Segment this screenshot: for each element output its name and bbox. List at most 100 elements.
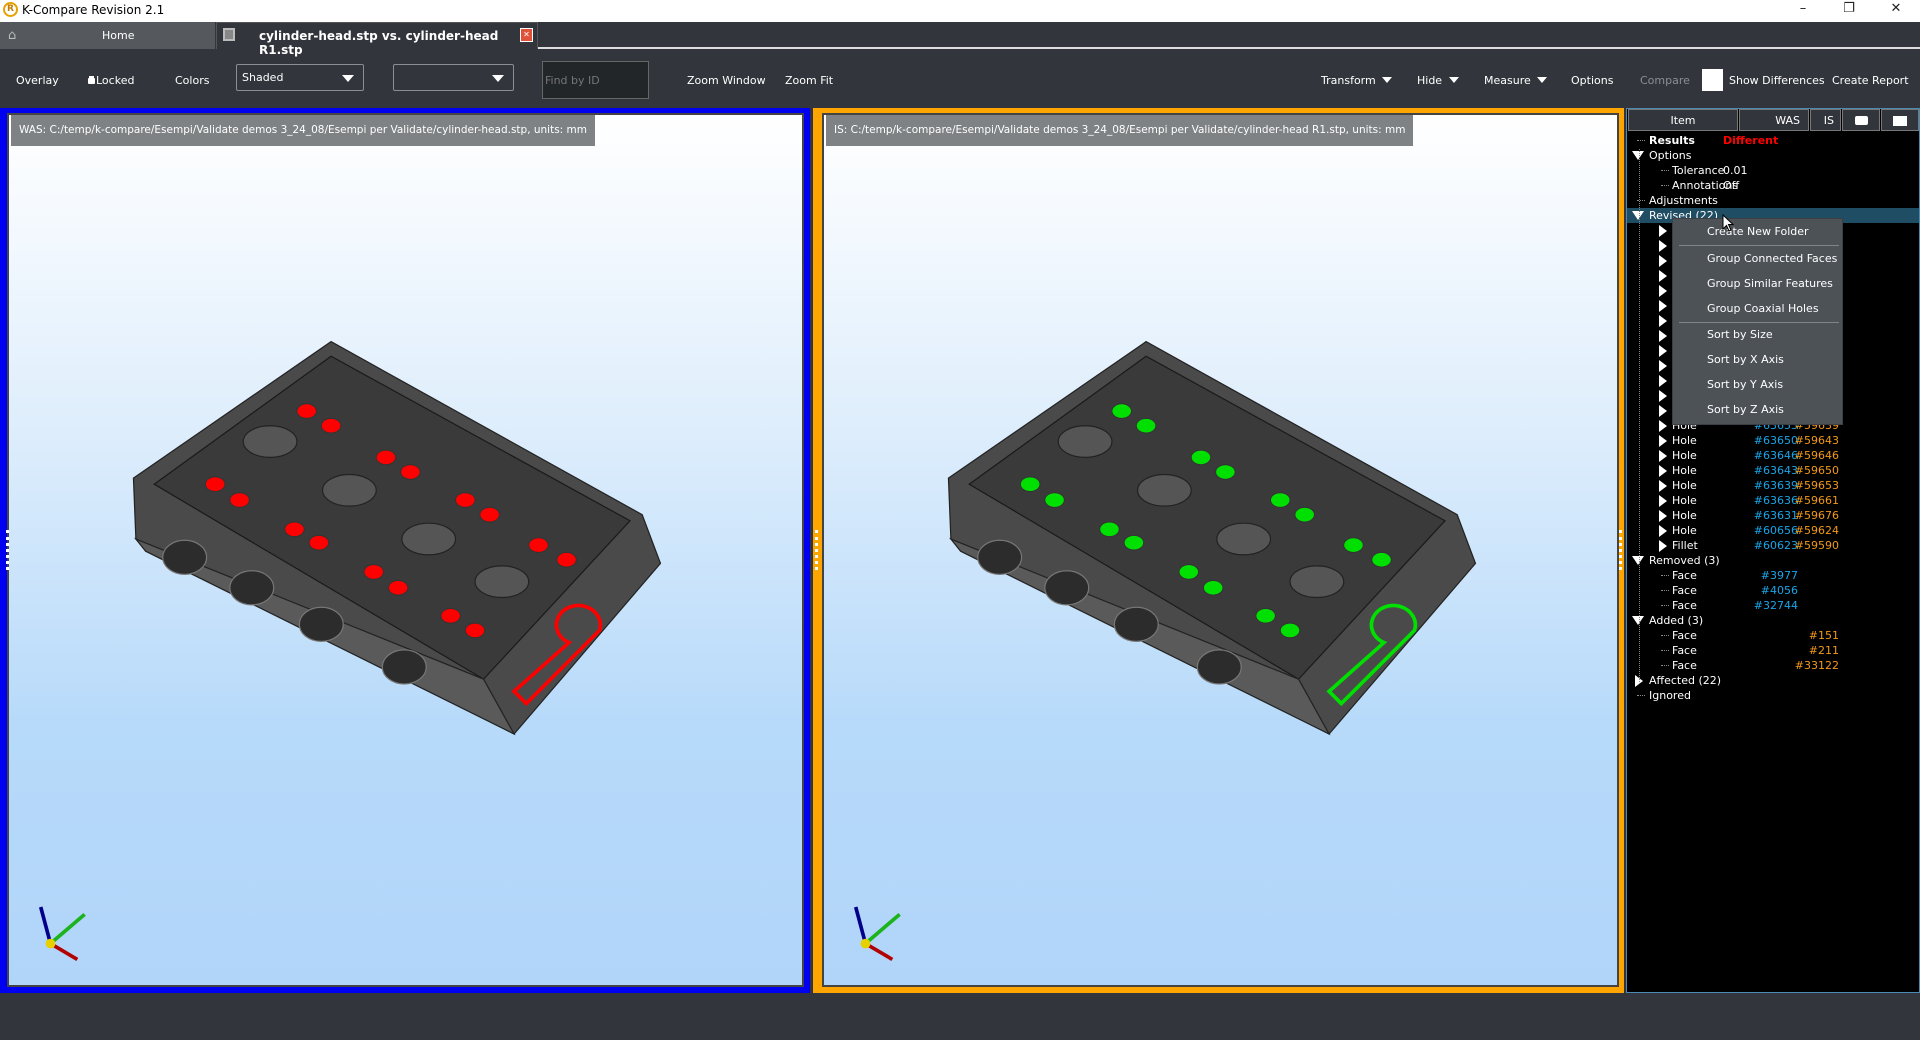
collapsed-arrow-icon[interactable] [1659,495,1667,507]
tree-item-label: Face [1672,569,1697,582]
tree-added[interactable]: Added (3) [1627,613,1919,628]
collapsed-arrow-icon[interactable] [1659,480,1667,492]
collapsed-arrow-icon[interactable] [1659,270,1667,282]
menu-item-sort-by-y-axis[interactable]: Sort by Y Axis [1707,378,1783,391]
tree-ignored[interactable]: Ignored [1627,688,1919,703]
tree-removed-item[interactable]: Face #32744 [1627,598,1919,613]
tree-revised-item[interactable]: Hole #60656 #59624 [1627,523,1919,538]
was-model-view[interactable] [9,115,802,985]
display-mode-select[interactable]: Shaded [236,64,364,91]
expand-down-icon[interactable] [1632,151,1644,160]
zoom-window-button[interactable]: Zoom Window [687,74,766,87]
expand-down-icon[interactable] [1632,211,1644,220]
expand-down-icon[interactable] [1632,616,1644,625]
tree-revised-item[interactable]: Hole #63639 #59653 [1627,478,1919,493]
column-header-folder[interactable] [1881,109,1919,131]
collapsed-arrow-icon[interactable] [1659,435,1667,447]
create-report-button[interactable]: Create Report [1832,74,1909,87]
tree-revised-item[interactable]: Fillet #60623 #59590 [1627,538,1919,553]
menu-item-sort-by-size[interactable]: Sort by Size [1707,328,1773,341]
colors-button[interactable]: Colors [175,74,209,87]
changed-hole-highlight [440,608,461,624]
is-id: #33122 [1794,659,1839,672]
column-header-was[interactable]: WAS [1739,109,1809,131]
restore-button[interactable]: ❐ [1829,1,1869,16]
tree-removed[interactable]: Removed (3) [1627,553,1919,568]
zoom-fit-button[interactable]: Zoom Fit [785,74,833,87]
menu-item-group-coaxial-holes[interactable]: Group Coaxial Holes [1707,302,1819,315]
column-header-camera[interactable] [1842,109,1880,131]
resize-handle[interactable] [1619,530,1623,570]
tree-adjustments[interactable]: Adjustments [1627,193,1919,208]
minimize-button[interactable]: – [1783,1,1823,16]
collapsed-arrow-icon[interactable] [1659,450,1667,462]
expand-down-icon[interactable] [1632,556,1644,565]
collapsed-arrow-icon[interactable] [1659,525,1667,537]
secondary-select[interactable] [393,64,514,91]
options-button[interactable]: Options [1571,74,1613,87]
tree-added-item[interactable]: Face #33122 [1627,658,1919,673]
collapsed-arrow-icon[interactable] [1659,255,1667,267]
tree-options[interactable]: Options [1627,148,1919,163]
close-tab-icon[interactable]: ✕ [520,28,533,42]
menu-item-group-connected-faces[interactable]: Group Connected Faces [1707,252,1837,265]
tree-revised-item[interactable]: Hole #63631 #59676 [1627,508,1919,523]
chevron-down-icon[interactable] [1537,77,1547,83]
chevron-down-icon[interactable] [1382,77,1392,83]
collapsed-arrow-icon[interactable] [1659,405,1667,417]
was-viewport[interactable]: WAS: C:/temp/k-compare/Esempi/Validate d… [6,113,804,987]
changed-hole-highlight [1343,537,1364,553]
is-model-view[interactable] [824,115,1617,985]
show-differences-label[interactable]: Show Differences [1729,74,1825,87]
collapsed-arrow-icon[interactable] [1659,540,1667,552]
collapsed-arrow-icon[interactable] [1659,240,1667,252]
column-header-item[interactable]: Item [1628,109,1738,131]
tree-revised-item[interactable]: Hole #63643 #59650 [1627,463,1919,478]
tab-comparison[interactable]: cylinder-head.stp vs. cylinder-head R1.s… [216,22,538,57]
changed-hole-highlight [400,464,421,480]
resize-handle[interactable] [6,530,10,570]
column-header-is[interactable]: IS [1810,109,1841,131]
collapsed-arrow-icon[interactable] [1659,225,1667,237]
tree-removed-item[interactable]: Face #3977 [1627,568,1919,583]
menu-item-group-similar-features[interactable]: Group Similar Features [1707,277,1833,290]
collapsed-arrow-icon[interactable] [1659,300,1667,312]
tree-annotations[interactable]: Annotations Off [1627,178,1919,193]
locked-toggle[interactable]: Locked [88,74,134,87]
compare-button[interactable]: Compare [1640,74,1690,87]
collapsed-arrow-icon[interactable] [1659,375,1667,387]
hide-menu[interactable]: Hide [1417,74,1442,87]
resize-handle[interactable] [815,530,819,570]
tree-revised-item[interactable]: Hole #63646 #59646 [1627,448,1919,463]
tree-tolerance[interactable]: Tolerance 0.01 [1627,163,1919,178]
collapsed-arrow-icon[interactable] [1659,420,1667,432]
tree-results[interactable]: Results Different [1627,133,1919,148]
collapsed-arrow-icon[interactable] [1659,315,1667,327]
is-viewport[interactable]: IS: C:/temp/k-compare/Esempi/Validate de… [815,113,1622,987]
collapsed-arrow-icon[interactable] [1659,285,1667,297]
menu-item-sort-by-z-axis[interactable]: Sort by Z Axis [1707,403,1784,416]
measure-menu[interactable]: Measure [1484,74,1531,87]
collapsed-arrow-icon[interactable] [1659,360,1667,372]
close-window-button[interactable]: ✕ [1876,1,1916,16]
collapsed-arrow-icon[interactable] [1659,465,1667,477]
collapsed-arrow-icon[interactable] [1659,510,1667,522]
changed-hole-highlight [1178,564,1200,580]
find-by-id-input[interactable] [542,61,649,99]
overlay-button[interactable]: Overlay [16,74,59,87]
tree-revised-item[interactable]: Hole #63636 #59661 [1627,493,1919,508]
tree-added-item[interactable]: Face #211 [1627,643,1919,658]
tree-removed-item[interactable]: Face #4056 [1627,583,1919,598]
tab-home[interactable]: ⌂ Home [0,22,215,49]
show-differences-checkbox[interactable] [1702,69,1723,91]
transform-menu[interactable]: Transform [1321,74,1376,87]
collapsed-arrow-icon[interactable] [1659,330,1667,342]
tree-affected[interactable]: Affected (22) [1627,673,1919,688]
collapsed-arrow-icon[interactable] [1659,345,1667,357]
chevron-down-icon[interactable] [1449,77,1459,83]
menu-item-sort-by-x-axis[interactable]: Sort by X Axis [1707,353,1784,366]
menu-separator [1679,322,1839,323]
collapsed-arrow-icon[interactable] [1659,390,1667,402]
tree-revised-item[interactable]: Hole #63650 #59643 [1627,433,1919,448]
tree-added-item[interactable]: Face #151 [1627,628,1919,643]
